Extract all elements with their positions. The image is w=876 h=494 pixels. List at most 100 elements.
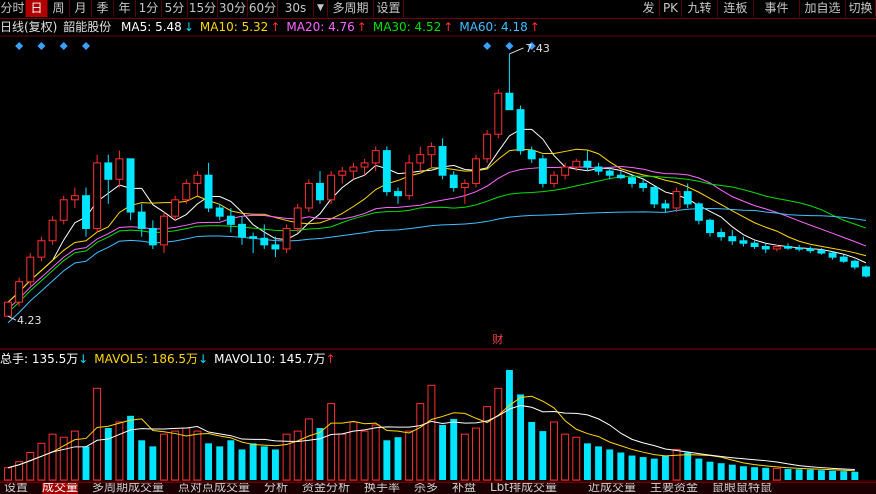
candle-body-up: [483, 133, 492, 160]
indicator-tab-8[interactable]: 补盘: [452, 483, 476, 494]
volume-bar-down: [539, 431, 547, 480]
volume-bar-up: [772, 467, 781, 481]
volume-bar-down: [127, 415, 135, 480]
indicator-tab-3[interactable]: 点对点成交量: [178, 483, 250, 494]
volume-bar-up: [371, 424, 380, 481]
candle-body-down: [839, 256, 848, 262]
candlestick-chart[interactable]: 7.43 4.23 财: [0, 0, 876, 482]
candle-body-up: [772, 246, 781, 250]
volume-bar-down: [528, 421, 536, 480]
candle-body-down: [316, 182, 324, 201]
candle-body-down: [394, 191, 402, 197]
candle-body-up: [561, 166, 570, 176]
ma5-line: [7, 128, 867, 303]
volume-bar-down: [227, 440, 235, 480]
volume-bar-down: [717, 463, 725, 480]
volume-bar-down: [450, 418, 458, 480]
signal-diamond-icon: [82, 42, 90, 50]
indicator-tab-1[interactable]: 成交量: [42, 483, 79, 494]
volume-bar-up: [48, 433, 57, 481]
candle-body-up: [70, 195, 79, 201]
candle-body-down: [694, 203, 703, 221]
volume-bar-up: [405, 430, 414, 481]
candle-body-down: [795, 247, 804, 250]
volume-bar-up: [360, 430, 369, 481]
candle-body-down: [137, 211, 146, 229]
candle-body-down: [728, 236, 737, 242]
indicator-tab-5[interactable]: 资金分析: [302, 483, 350, 494]
candle-body-down: [126, 158, 135, 213]
candle-body-down: [628, 177, 636, 184]
ma30-line: [7, 175, 867, 313]
indicator-tab-9[interactable]: Lbt排成交量: [490, 483, 557, 494]
signal-diamond-icon: [59, 42, 68, 50]
candle-body-up: [572, 160, 581, 168]
candle-body-down: [516, 109, 525, 152]
candle-body-up: [550, 174, 558, 184]
volume-bar-down: [784, 469, 792, 480]
volume-bar-down: [260, 446, 268, 480]
indicator-tab-6[interactable]: 换手率: [364, 483, 400, 494]
candle-body-up: [405, 162, 414, 197]
candle-body-up: [293, 207, 302, 229]
candle-body-down: [650, 187, 659, 205]
candle-body-up: [494, 92, 503, 135]
candle-body-down: [806, 248, 815, 252]
candle-body-down: [862, 266, 870, 277]
candle-body-down: [761, 246, 770, 250]
indicator-tab-11[interactable]: 主要资金: [650, 483, 698, 494]
low-price-label: 4.23: [17, 314, 42, 327]
volume-bar-down: [661, 455, 669, 480]
indicator-tab-2[interactable]: 多周期成交量: [92, 483, 164, 494]
high-pointer: [509, 47, 524, 55]
volume-bar-down: [383, 440, 391, 480]
volume-legend: 总手: 135.5万↓ MAVOL5: 186.5万↓ MAVOL10: 145.7…: [0, 351, 342, 367]
indicator-tab-7[interactable]: 杀多: [414, 483, 438, 494]
candle-body-down: [449, 174, 458, 188]
volume-bar-down: [762, 467, 770, 480]
volume-bar-up: [561, 433, 570, 481]
candle-body-up: [193, 174, 202, 184]
indicator-tab-0[interactable]: 设置: [4, 483, 28, 494]
candle-body-up: [182, 182, 191, 201]
volume-bar-down: [639, 457, 647, 480]
indicator-tab-10[interactable]: 近成交量: [588, 483, 636, 494]
indicator-tab-12[interactable]: 鼠眼鼠特鼠: [712, 483, 772, 494]
candle-body-down: [750, 242, 759, 248]
volume-bar-down: [829, 470, 837, 480]
candle-body-down: [215, 207, 224, 217]
candle-body-down: [538, 158, 547, 184]
high-price-label: 7.43: [525, 42, 550, 55]
volume-bar-up: [26, 452, 35, 481]
candle-body-up: [427, 146, 436, 156]
volume-bar-up: [338, 433, 347, 481]
candle-body-up: [360, 162, 369, 168]
candle-body-down: [527, 150, 536, 160]
candle-body-up: [115, 158, 124, 180]
volume-bar-up: [70, 430, 79, 481]
volume-bar-down: [205, 443, 213, 480]
candle-body-down: [661, 203, 670, 209]
indicator-tab-4[interactable]: 分析: [264, 483, 288, 494]
candle-body-up: [460, 182, 469, 188]
volume-bar-up: [494, 387, 503, 481]
signal-diamond-icon: [15, 42, 24, 50]
volume-bar-up: [193, 430, 202, 481]
signal-diamond-icon: [37, 42, 46, 50]
candle-body-down: [249, 236, 258, 239]
candle-body-down: [594, 166, 603, 172]
volume-bar-up: [304, 418, 313, 481]
candle-body-down: [784, 246, 792, 249]
volume-bar-down: [851, 471, 859, 480]
volume-bar-down: [505, 370, 513, 480]
candle-body-down: [438, 146, 447, 176]
volume-bar-up: [572, 436, 581, 481]
candle-body-up: [416, 154, 425, 164]
volume-bar-up: [37, 442, 46, 481]
volume-legend-item: MAVOL10: 145.7万: [214, 352, 326, 366]
candle-body-up: [48, 219, 57, 242]
volume-bar-down: [104, 428, 112, 480]
candle-body-down: [828, 252, 837, 258]
candle-body-down: [505, 92, 514, 111]
volume-bar-down: [684, 452, 692, 480]
